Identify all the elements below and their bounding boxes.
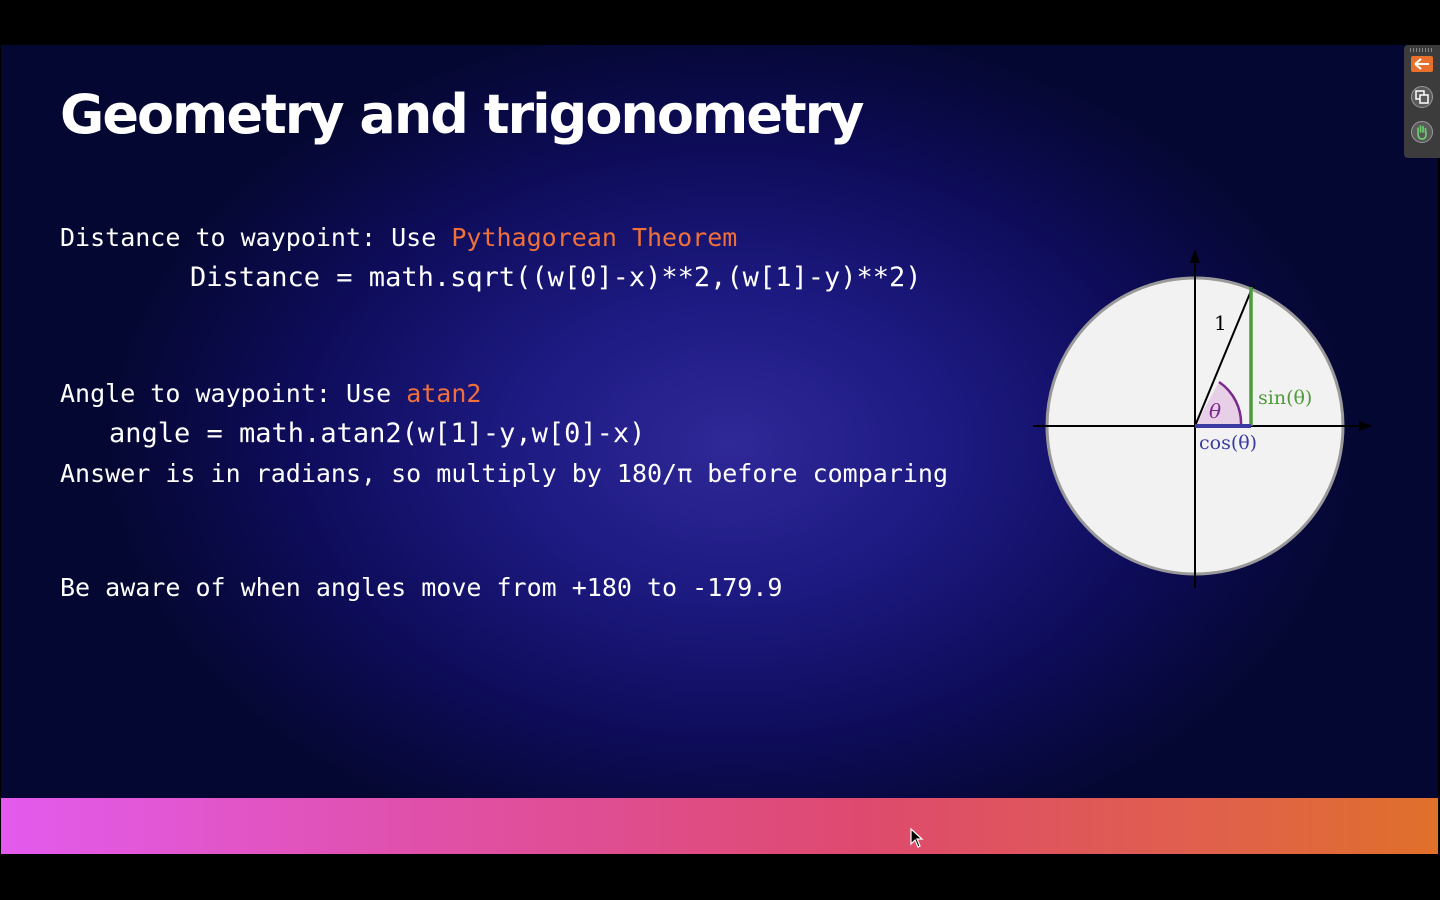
cos-label: cos(θ) [1199,432,1257,454]
theta-label: θ [1209,399,1221,423]
x-axis-arrow [1359,421,1373,431]
presentation-slide: Geometry and trigonometry Distance to wa… [1,45,1438,854]
mouse-cursor-icon [910,828,924,848]
slide-title: Geometry and trigonometry [60,83,865,146]
angle-prefix: Angle to waypoint: Use [60,379,407,408]
distance-line: Distance to waypoint: Use Pythagorean Th… [60,223,737,253]
presenter-toolbar [1404,45,1440,158]
distance-formula: Distance = math.sqrt((w[0]-x)**2,(w[1]-y… [190,262,922,293]
distance-prefix: Distance to waypoint: Use [60,223,452,252]
hand-icon[interactable] [1411,121,1433,143]
angle-formula: angle = math.atan2(w[1]-y,w[0]-x) [109,418,646,449]
angle-line: Angle to waypoint: Use atan2 [60,379,481,409]
atan2-highlight: atan2 [406,379,482,408]
arrow-left-icon[interactable] [1411,56,1433,72]
copy-icon[interactable] [1411,86,1433,108]
toolbar-grip[interactable] [1410,48,1434,52]
radians-note: Answer is in radians, so multiply by 180… [60,459,949,488]
radius-label: 1 [1214,311,1227,335]
wrap-note: Be aware of when angles move from +180 t… [60,573,783,602]
unit-circle-diagram: 1 θ sin(θ) cos(θ) [1033,249,1373,588]
y-axis-arrow [1190,249,1200,263]
pythagorean-highlight: Pythagorean Theorem [451,223,738,252]
sin-label: sin(θ) [1258,387,1312,409]
screen: Geometry and trigonometry Distance to wa… [0,0,1440,900]
footer-gradient-bar [1,798,1438,854]
